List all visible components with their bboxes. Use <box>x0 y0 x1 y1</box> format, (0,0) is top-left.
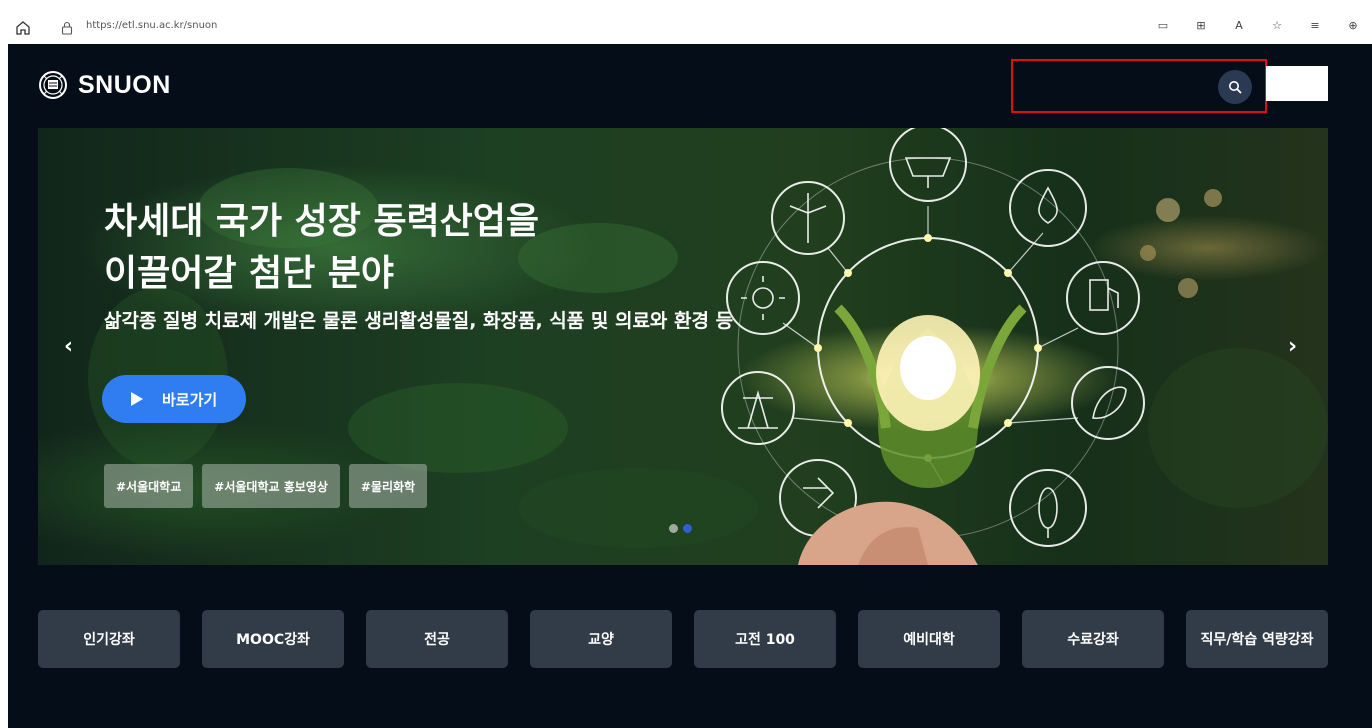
category-mooc[interactable]: MOOC강좌 <box>202 610 344 668</box>
category-classics-100[interactable]: 고전 100 <box>694 610 836 668</box>
read-aloud-icon[interactable]: A <box>1230 16 1248 34</box>
hero-subtitle: 삶각종 질병 치료제 개발은 물론 생리활성물질, 화장품, 식품 및 의료와 … <box>104 310 734 332</box>
carousel-dots <box>669 524 692 533</box>
search-icon <box>1229 81 1242 94</box>
logo[interactable]: SNUON <box>38 70 171 100</box>
hero-title-line1: 차세대 국가 성장 동력산업을 <box>104 201 540 242</box>
logo-text: SNUON <box>78 70 171 99</box>
hero-banner: 차세대 국가 성장 동력산업을 이끌어갈 첨단 분야 삶각종 질병 치료제 개발… <box>38 128 1328 565</box>
extensions-icon[interactable]: ⊕ <box>1344 16 1362 34</box>
category-liberal-arts[interactable]: 교양 <box>530 610 672 668</box>
hashtag-list: #서울대학교 #서울대학교 홍보영상 #물리화학 <box>104 464 428 508</box>
go-button-label: 바로가기 <box>162 390 218 409</box>
login-button[interactable] <box>1266 66 1328 101</box>
carousel-next-button[interactable]: › <box>1288 334 1297 359</box>
carousel-dot-active[interactable] <box>683 524 692 533</box>
favorite-add-icon[interactable]: ☆ <box>1268 16 1286 34</box>
favorites-icon[interactable]: ≡ <box>1306 16 1324 34</box>
lock-icon[interactable] <box>60 21 74 35</box>
play-icon <box>131 392 143 406</box>
browser-toolbar: https://etl.snu.ac.kr/snuon ▭ ⊞ A ☆ ≡ ⊕ <box>0 0 1372 44</box>
carousel-prev-button[interactable]: ‹ <box>64 334 73 359</box>
hashtag-chip[interactable]: #물리화학 <box>348 464 428 508</box>
grid-icon[interactable]: ⊞ <box>1192 16 1210 34</box>
category-popular[interactable]: 인기강좌 <box>38 610 180 668</box>
carousel-dot[interactable] <box>669 524 678 533</box>
hashtag-chip[interactable]: #서울대학교 <box>104 464 194 508</box>
category-major[interactable]: 전공 <box>366 610 508 668</box>
category-nav: 인기강좌 MOOC강좌 전공 교양 고전 100 예비대학 수료강좌 직무/학습… <box>38 610 1328 668</box>
snu-emblem-icon <box>39 71 67 99</box>
go-button[interactable]: 바로가기 <box>102 375 246 423</box>
hero-title: 차세대 국가 성장 동력산업을 이끌어갈 첨단 분야 <box>104 196 539 300</box>
reader-icon[interactable]: ▭ <box>1154 16 1172 34</box>
category-job-skills[interactable]: 직무/학습 역량강좌 <box>1186 610 1328 668</box>
search-button[interactable] <box>1218 70 1252 104</box>
page-body: SNUON 차세대 국가 성장 동력산업을 이끌어갈 첨단 분야 삶각종 질병 … <box>8 44 1372 728</box>
category-completion[interactable]: 수료강좌 <box>1022 610 1164 668</box>
hashtag-chip[interactable]: #서울대학교 홍보영상 <box>202 464 340 508</box>
address-bar-url[interactable]: https://etl.snu.ac.kr/snuon <box>86 20 217 31</box>
hero-title-line2: 이끌어갈 첨단 분야 <box>104 253 395 294</box>
category-preparatory[interactable]: 예비대학 <box>858 610 1000 668</box>
browser-actions: ▭ ⊞ A ☆ ≡ ⊕ <box>1154 16 1362 34</box>
home-icon[interactable] <box>14 19 32 37</box>
